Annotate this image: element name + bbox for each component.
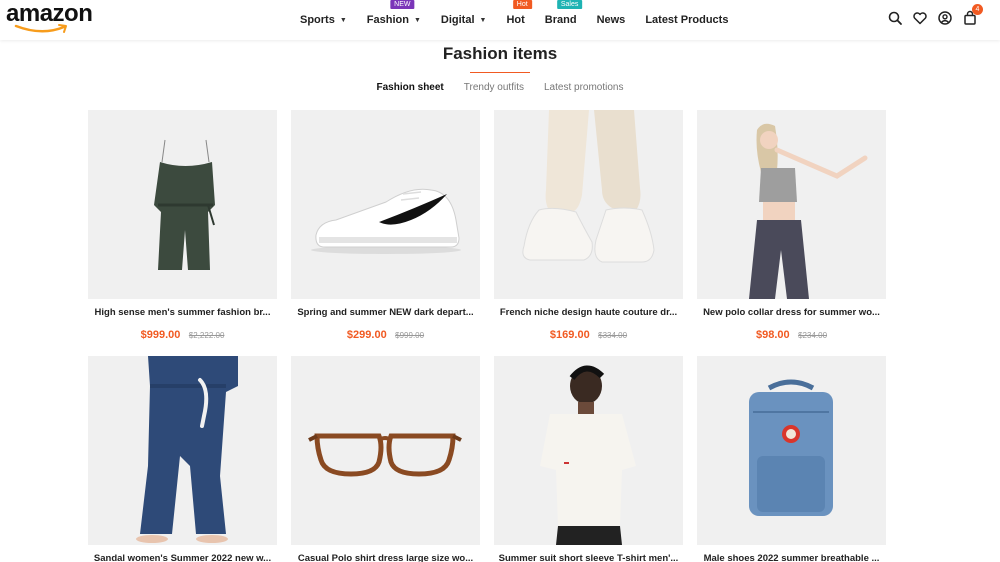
product-image-green-romper[interactable]	[88, 110, 277, 299]
price-row: $169.00 $334.00	[494, 325, 683, 343]
nav-news[interactable]: News	[597, 0, 626, 40]
caret-down-icon: ▼	[479, 16, 487, 24]
product-name[interactable]: Casual Polo shirt dress large size wo...	[291, 553, 480, 562]
product-card[interactable]: High sense men's summer fashion br... $9…	[88, 110, 277, 343]
product-image-white-sneaker[interactable]	[291, 110, 480, 299]
product-image-man-white-tshirt[interactable]	[494, 356, 683, 545]
bag-icon[interactable]: 4	[962, 4, 983, 26]
nav-label: Brand	[544, 14, 577, 26]
product-old-price: $999.00	[395, 331, 425, 340]
product-price: $999.00	[140, 329, 181, 341]
product-image-beige-joggers-sneakers[interactable]	[494, 110, 683, 299]
nav-label: Digital	[440, 14, 475, 26]
product-image-blue-backpack[interactable]	[697, 356, 886, 545]
nav-label: News	[596, 14, 626, 26]
product-name[interactable]: Spring and summer NEW dark depart...	[291, 307, 480, 318]
price-row: $98.00 $234.00	[697, 325, 886, 343]
product-card[interactable]: Casual Polo shirt dress large size wo...	[291, 356, 480, 562]
caret-down-icon: ▼	[413, 16, 421, 24]
header-icons: 4	[878, 4, 983, 26]
nav-brand[interactable]: Sales Brand	[544, 0, 583, 40]
nav-label: Fashion	[366, 14, 409, 26]
tab-latest-promotions[interactable]: Latest promotions	[544, 82, 624, 93]
section-title: Fashion items	[442, 44, 558, 63]
smile-arrow-icon	[14, 24, 67, 33]
price-row: $999.00 $2,222.00	[88, 325, 277, 343]
product-image-navy-pajama-pants[interactable]	[88, 356, 277, 545]
product-card[interactable]: New polo collar dress for summer wo... $…	[697, 110, 886, 343]
product-card[interactable]: Male shoes 2022 summer breathable ...	[697, 356, 886, 562]
nav-hot[interactable]: Hot Hot	[506, 0, 532, 40]
product-old-price: $2,222.00	[188, 331, 225, 340]
title-underline	[470, 72, 530, 73]
product-card[interactable]: Summer suit short sleeve T-shirt men'...	[494, 356, 683, 562]
nav-latest-products[interactable]: Latest Products	[645, 0, 728, 40]
product-price: $169.00	[549, 329, 590, 341]
product-price: $98.00	[755, 329, 790, 341]
nav-label: Hot	[506, 14, 525, 26]
category-tabs: Fashion sheet Trendy outfits Latest prom…	[0, 82, 1000, 93]
price-row: $299.00 $999.00	[291, 325, 480, 343]
new-badge: NEW	[390, 0, 415, 9]
sales-badge: Sales	[556, 0, 583, 9]
product-name[interactable]: New polo collar dress for summer wo...	[697, 307, 886, 318]
product-name[interactable]: Sandal women's Summer 2022 new w...	[88, 553, 277, 562]
nav-sports[interactable]: Sports ▼	[300, 0, 347, 40]
product-image-woman-crop-top[interactable]	[697, 110, 886, 299]
product-name[interactable]: French niche design haute couture dr...	[494, 307, 683, 318]
product-old-price: $334.00	[598, 331, 628, 340]
product-card[interactable]: Sandal women's Summer 2022 new w...	[88, 356, 277, 562]
user-icon[interactable]	[937, 10, 953, 26]
search-icon[interactable]	[887, 10, 903, 26]
product-card[interactable]: French niche design haute couture dr... …	[494, 110, 683, 343]
product-name[interactable]: Summer suit short sleeve T-shirt men'...	[494, 553, 683, 562]
main-nav: Sports ▼ NEW Fashion ▼ Digital ▼ Hot Hot…	[300, 0, 748, 40]
amazon-logo[interactable]: amazon	[6, 2, 106, 36]
top-header: amazon Sports ▼ NEW Fashion ▼ Digital ▼ …	[0, 0, 1000, 40]
caret-down-icon: ▼	[339, 16, 347, 24]
nav-label: Latest Products	[645, 14, 729, 26]
heart-icon[interactable]	[912, 10, 928, 26]
product-card[interactable]: Spring and summer NEW dark depart... $29…	[291, 110, 480, 343]
hot-badge: Hot	[512, 0, 532, 9]
product-old-price: $234.00	[798, 331, 828, 340]
product-price: $299.00	[346, 329, 387, 341]
product-name[interactable]: High sense men's summer fashion br...	[88, 307, 277, 318]
nav-digital[interactable]: Digital ▼	[441, 0, 487, 40]
tab-trendy-outfits[interactable]: Trendy outfits	[464, 82, 524, 93]
nav-label: Sports	[300, 14, 335, 26]
nav-fashion[interactable]: NEW Fashion ▼	[367, 0, 421, 40]
cart-count-badge: 4	[972, 4, 983, 15]
tab-fashion-sheet[interactable]: Fashion sheet	[377, 82, 444, 93]
product-name[interactable]: Male shoes 2022 summer breathable ...	[697, 553, 886, 562]
product-image-tortoise-glasses[interactable]	[291, 356, 480, 545]
